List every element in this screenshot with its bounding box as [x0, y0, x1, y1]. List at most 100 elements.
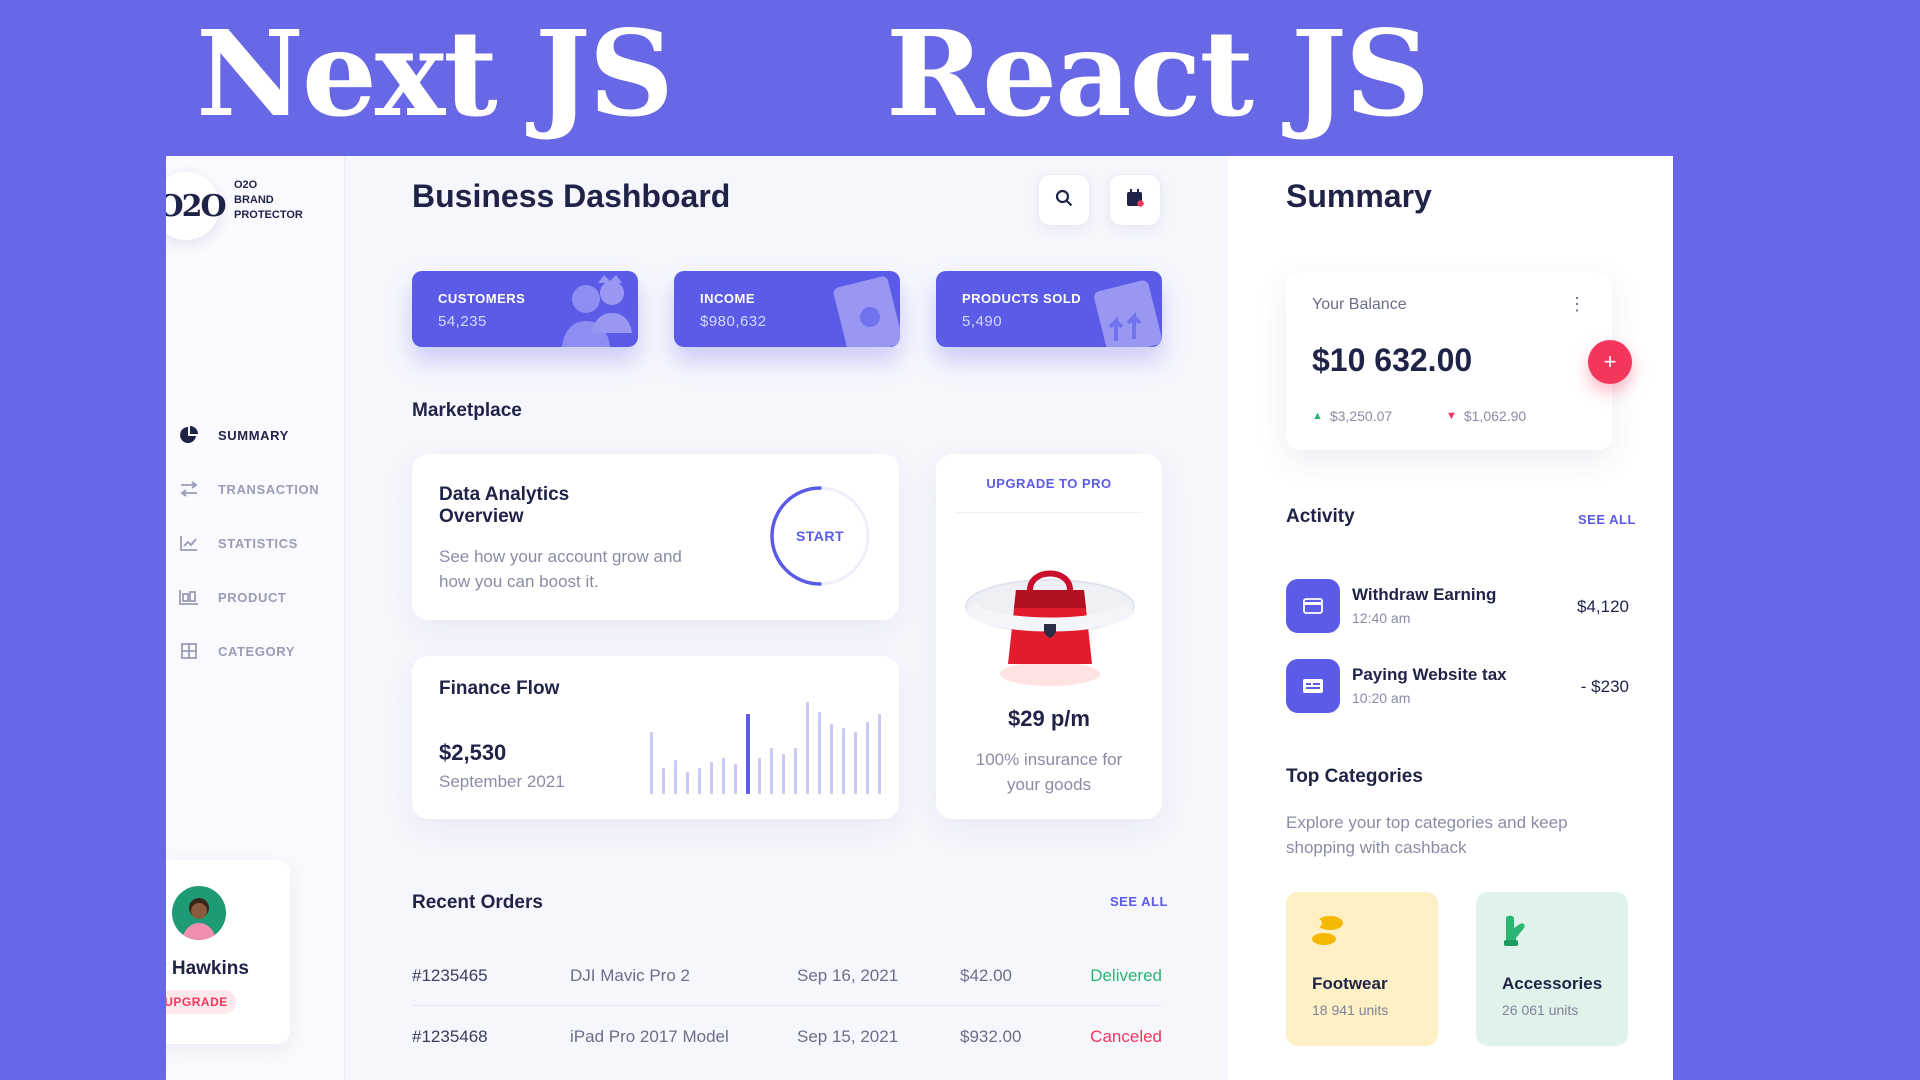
sidebar-item-label: PRODUCT [218, 589, 287, 605]
brand-logo[interactable]: O2O [166, 172, 227, 240]
finance-bar [770, 748, 773, 794]
wallet-icon [1286, 579, 1340, 633]
calendar-icon [1126, 188, 1144, 212]
id-card-icon [1286, 659, 1340, 713]
finance-bar [662, 768, 665, 794]
sidebar-item-product[interactable]: PRODUCT [178, 570, 338, 624]
stat-card-income[interactable]: INCOME $980,632 [674, 271, 900, 347]
avatar[interactable] [172, 886, 226, 940]
activity-see-all-link[interactable]: SEE ALL [1578, 512, 1636, 527]
marketplace-title: Marketplace [412, 400, 522, 421]
sidebar-item-statistics[interactable]: STATISTICS [178, 516, 338, 570]
order-product: DJI Mavic Pro 2 [570, 966, 690, 985]
glove-icon [1504, 915, 1525, 946]
stat-label: INCOME [700, 291, 755, 306]
activity-amount: $4,120 [1577, 597, 1629, 616]
pie-chart-icon [178, 424, 200, 446]
boxes-icon [178, 586, 200, 608]
search-icon [1055, 189, 1073, 212]
footwear-icon [1312, 916, 1343, 945]
users-icon [562, 275, 632, 347]
orders-see-all-link[interactable]: SEE ALL [1110, 894, 1168, 909]
order-date: Sep 16, 2021 [797, 966, 899, 985]
box-arrows-icon [1094, 280, 1162, 347]
finance-bar [722, 758, 725, 794]
line-chart-icon [178, 532, 200, 554]
balance-income: ▲ $3,250.07 [1312, 408, 1393, 424]
category-units: 26 061 units [1502, 1002, 1579, 1018]
activity-amount: - $230 [1580, 677, 1629, 696]
analytics-title: Data Analytics Overview [439, 484, 570, 527]
stat-value: 5,490 [962, 313, 1003, 330]
finance-bar [854, 732, 857, 794]
category-name: Accessories [1502, 974, 1603, 993]
stat-value: $980,632 [700, 313, 767, 330]
finance-bar [650, 732, 653, 794]
grid-icon [178, 640, 200, 662]
finance-bar [842, 728, 845, 794]
category-name: Footwear [1312, 974, 1388, 993]
sidebar-nav: SUMMARY TRANSACTION STATISTICS PRODUCT C… [178, 408, 338, 678]
search-button[interactable] [1038, 174, 1090, 226]
stat-value: 54,235 [438, 313, 487, 330]
arrow-up-icon: ▲ [1312, 410, 1323, 422]
dashboard-app: O2O O2O BRAND PROTECTOR SUMMARY TRANSACT… [166, 156, 1673, 1080]
sidebar: O2O O2O BRAND PROTECTOR SUMMARY TRANSACT… [166, 156, 345, 1080]
order-price: $932.00 [960, 1027, 1022, 1046]
finance-bar [734, 764, 737, 794]
finance-bar [746, 714, 750, 794]
finance-bar [674, 760, 677, 794]
category-card-footwear[interactable]: Footwear 18 941 units [1286, 892, 1438, 1046]
pro-description: 100% insurance for your goods [975, 750, 1123, 794]
upgrade-pro-link[interactable]: UPGRADE TO PRO [936, 476, 1162, 491]
list-item[interactable]: Withdraw Earning 12:40 am $4,120 [1286, 579, 1629, 633]
banner-title-react: React JS [886, 4, 1430, 143]
add-balance-button[interactable]: + [1588, 340, 1632, 384]
stat-card-products-sold[interactable]: PRODUCTS SOLD 5,490 [936, 271, 1162, 347]
upgrade-pro-card: UPGRADE TO PRO $29 p/m 100% insurance fo… [936, 454, 1162, 819]
finance-period: September 2021 [439, 772, 565, 791]
order-status: Canceled [1090, 1027, 1162, 1046]
finance-bar [782, 754, 785, 794]
finance-bar [830, 724, 833, 794]
page-title: Business Dashboard [412, 178, 731, 214]
finance-title: Finance Flow [439, 678, 560, 699]
finance-bar [866, 722, 869, 794]
start-button[interactable]: START [768, 484, 872, 588]
user-name: y Hawkins [166, 958, 249, 979]
recent-orders-title: Recent Orders [412, 892, 543, 913]
sidebar-item-label: CATEGORY [218, 643, 296, 659]
balance-label: Your Balance [1312, 296, 1407, 313]
divider [956, 512, 1142, 513]
summary-panel: Summary Your Balance ⋮ $10 632.00 ▲ $3,2… [1228, 156, 1673, 1080]
upgrade-button[interactable]: UPGRADE [166, 990, 236, 1014]
order-id: #1235465 [412, 966, 488, 985]
handbag-icon [964, 570, 1136, 686]
finance-bar [710, 762, 713, 794]
finance-bar [698, 768, 701, 794]
money-icon [833, 276, 900, 347]
arrow-down-icon: ▼ [1446, 410, 1457, 422]
order-date: Sep 15, 2021 [797, 1027, 899, 1046]
table-row[interactable]: #1235465 DJI Mavic Pro 2 Sep 16, 2021 $4… [412, 946, 1162, 1006]
data-analytics-card: Data Analytics Overview See how your acc… [412, 454, 899, 620]
category-card-accessories[interactable]: Accessories 26 061 units [1476, 892, 1628, 1046]
more-options-icon[interactable]: ⋮ [1568, 294, 1586, 315]
activity-title-text: Paying Website tax [1352, 665, 1507, 684]
calendar-button[interactable] [1109, 174, 1161, 226]
finance-bar-chart [650, 702, 881, 794]
finance-bar [878, 714, 881, 794]
sidebar-item-summary[interactable]: SUMMARY [178, 408, 338, 462]
balance-amount: $10 632.00 [1312, 342, 1473, 378]
list-item[interactable]: Paying Website tax 10:20 am - $230 [1286, 659, 1629, 713]
sidebar-item-transaction[interactable]: TRANSACTION [178, 462, 338, 516]
stat-card-customers[interactable]: CUSTOMERS 54,235 [412, 271, 638, 347]
sidebar-item-category[interactable]: CATEGORY [178, 624, 338, 678]
top-categories-description: Explore your top categories and keep sho… [1286, 813, 1568, 857]
finance-bar [686, 772, 689, 794]
pro-price: $29 p/m [1008, 706, 1090, 731]
user-card: y Hawkins UPGRADE [166, 860, 290, 1044]
banner: Next JS React JS [0, 0, 1920, 156]
table-row[interactable]: #1235468 iPad Pro 2017 Model Sep 15, 202… [412, 1007, 1162, 1067]
finance-flow-card: Finance Flow $2,530 September 2021 [412, 656, 899, 819]
